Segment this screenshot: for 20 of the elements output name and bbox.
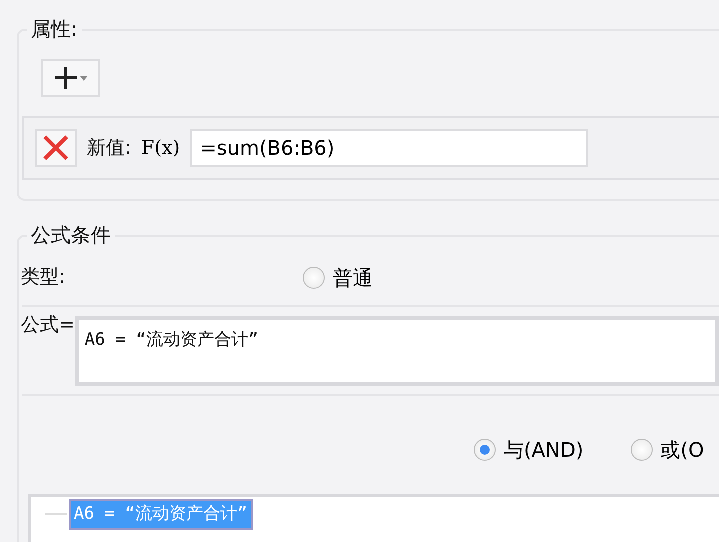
caret-icon bbox=[80, 76, 88, 80]
section-legend: 属性: bbox=[27, 16, 82, 40]
type-label: 类型: bbox=[21, 265, 66, 290]
section-legend: 公式条件 bbox=[27, 222, 115, 246]
formula-label: 公式= bbox=[21, 313, 75, 338]
logic-option[interactable]: 或(O bbox=[630, 435, 704, 465]
logic-option[interactable]: 与(AND) bbox=[474, 435, 584, 465]
radio-button[interactable] bbox=[474, 439, 496, 461]
plus-icon bbox=[54, 66, 78, 90]
type-option[interactable]: 普通 bbox=[303, 262, 373, 292]
radio-button[interactable] bbox=[303, 266, 325, 288]
tree-line bbox=[45, 513, 67, 516]
formula-field[interactable]: A6 = “流动资产合计” bbox=[74, 316, 719, 386]
radio-button[interactable] bbox=[630, 439, 653, 461]
formula-button[interactable]: F(x) bbox=[141, 129, 180, 167]
close-icon bbox=[43, 135, 69, 161]
add-button[interactable] bbox=[41, 59, 100, 97]
delete-button[interactable] bbox=[35, 129, 77, 167]
property-label: 新值: bbox=[87, 136, 132, 161]
value-field[interactable]: =sum(B6:B6) bbox=[190, 129, 588, 167]
